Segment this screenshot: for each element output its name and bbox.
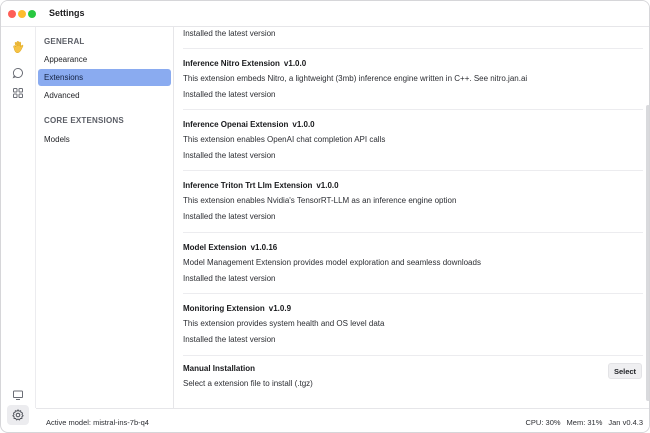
- grid-icon[interactable]: [7, 83, 29, 103]
- nav-item-label: Models: [44, 135, 70, 144]
- memory-usage: Mem: 31%: [566, 418, 603, 427]
- extension-name: Inference Triton Trt Llm Extension: [183, 181, 313, 190]
- core-extensions-heading: CORE EXTENSIONS: [44, 116, 124, 125]
- extension-title: Inference Triton Trt Llm Extension v1.0.0: [183, 181, 339, 190]
- extensions-panel: Installed the latest version Inference N…: [175, 27, 649, 408]
- extension-name: Model Extension: [183, 243, 247, 252]
- extension-title: Inference Nitro Extension v1.0.0: [183, 59, 306, 68]
- gear-icon[interactable]: [7, 405, 29, 425]
- nav-item-label: Advanced: [44, 91, 80, 100]
- nav-item-models[interactable]: Models: [38, 131, 171, 148]
- nav-item-appearance[interactable]: Appearance: [38, 51, 171, 68]
- minimize-window-button[interactable]: [18, 10, 26, 18]
- nav-item-label: Extensions: [44, 73, 84, 82]
- extension-item: Inference Openai Extension v1.0.0 This ex…: [183, 110, 643, 171]
- extension-name: Monitoring Extension: [183, 304, 265, 313]
- extension-status: Installed the latest version: [183, 90, 276, 99]
- active-model: Active model: mistral-ins-7b-q4: [46, 418, 149, 427]
- extension-item: Inference Triton Trt Llm Extension v1.0.0…: [183, 171, 643, 233]
- settings-window: Settings GENERAL Appearance Extensions A…: [0, 0, 650, 433]
- extension-status: Installed the latest version: [183, 212, 276, 221]
- nav-item-advanced[interactable]: Advanced: [38, 87, 171, 104]
- extension-status: Installed the latest version: [183, 151, 276, 160]
- general-heading: GENERAL: [44, 37, 85, 46]
- extension-version: v1.0.9: [268, 304, 292, 313]
- status-bar: Active model: mistral-ins-7b-q4 CPU: 30%…: [36, 408, 649, 432]
- extension-description: This extension enables OpenAI chat compl…: [183, 135, 386, 144]
- manual-installation-title: Manual Installation: [183, 364, 256, 373]
- chat-icon[interactable]: [7, 63, 29, 83]
- scrollbar-thumb[interactable]: [646, 105, 649, 401]
- extension-description: This extension provides system health an…: [183, 319, 385, 328]
- scrollbar[interactable]: [645, 27, 649, 408]
- app-version: Jan v0.4.3: [608, 418, 643, 427]
- extension-version: v1.0.0: [292, 120, 315, 129]
- manual-installation-description: Select a extension file to install (.tgz…: [183, 379, 313, 388]
- system-stats: CPU: 30% Mem: 31% Jan v0.4.3: [526, 418, 643, 427]
- monitor-icon[interactable]: [7, 385, 29, 405]
- extension-description: This extension embeds Nitro, a lightweig…: [183, 74, 528, 83]
- title-bar: Settings: [1, 1, 649, 27]
- extension-status: Installed the latest version: [183, 29, 276, 38]
- extension-title: Model Extension v1.0.16: [183, 243, 277, 252]
- extension-item: Inference Nitro Extension v1.0.0 This ext…: [183, 49, 643, 110]
- extension-name: Inference Openai Extension: [183, 120, 289, 129]
- extension-status: Installed the latest version: [183, 274, 276, 283]
- extension-title: Inference Openai Extension v1.0.0: [183, 120, 315, 129]
- icon-rail: [1, 27, 36, 408]
- nav-item-label: Appearance: [44, 55, 88, 64]
- extension-status: Installed the latest version: [183, 335, 276, 344]
- cpu-usage: CPU: 30%: [525, 418, 561, 427]
- settings-nav: GENERAL Appearance Extensions Advanced C…: [36, 27, 174, 408]
- extension-name: Inference Nitro Extension: [183, 59, 280, 68]
- waving-hand-icon[interactable]: [7, 37, 29, 57]
- extension-item: Model Extension v1.0.16 Model Management …: [183, 233, 643, 294]
- window-title: Settings: [49, 8, 85, 18]
- manual-installation: Manual Installation Select a extension f…: [183, 356, 643, 408]
- nav-item-extensions[interactable]: Extensions: [38, 69, 171, 86]
- select-file-button[interactable]: Select: [608, 363, 642, 379]
- extension-version: v1.0.16: [250, 243, 278, 252]
- extension-item: Monitoring Extension v1.0.9 This extensio…: [183, 294, 643, 356]
- extension-title: Monitoring Extension v1.0.9: [183, 304, 291, 313]
- extension-version: v1.0.0: [316, 181, 339, 190]
- close-window-button[interactable]: [8, 10, 16, 18]
- extension-version: v1.0.0: [283, 59, 307, 68]
- extension-description: Model Management Extension provides mode…: [183, 258, 481, 267]
- zoom-window-button[interactable]: [28, 10, 36, 18]
- extension-item-previous: Installed the latest version: [183, 27, 643, 49]
- extension-description: This extension enables Nvidia's TensorRT…: [183, 196, 457, 205]
